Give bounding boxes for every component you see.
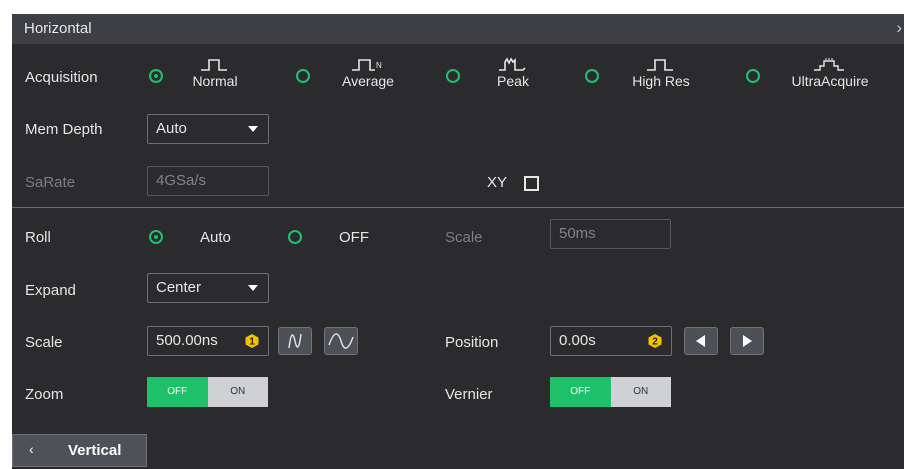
position-right-button[interactable] [730, 327, 764, 355]
vernier-on-option[interactable]: ON [610, 377, 671, 407]
roll-scale-value: 50ms [559, 225, 596, 242]
sarate-value: 4GSa/s [156, 172, 207, 189]
close-icon[interactable]: › [896, 18, 902, 38]
scale-label: Scale [25, 334, 63, 351]
acquisition-average-label: Average [342, 73, 394, 89]
vertical-nav-button[interactable]: ‹ Vertical [12, 434, 147, 467]
sarate-field: 4GSa/s [147, 166, 269, 196]
acquisition-label: Acquisition [25, 69, 98, 86]
acquisition-peak-option[interactable]: Peak [468, 56, 558, 96]
knob-1-number: 1 [249, 337, 255, 348]
vernier-toggle[interactable]: OFF ON [550, 377, 671, 407]
acquisition-high-res-label: High Res [632, 73, 690, 89]
zoom-label: Zoom [25, 386, 64, 403]
svg-text:N: N [376, 61, 382, 70]
acquisition-peak-radio[interactable] [446, 69, 460, 83]
acquisition-ultraacquire-radio[interactable] [746, 69, 760, 83]
acquisition-normal-label: Normal [192, 73, 238, 89]
roll-label: Roll [25, 229, 51, 246]
position-field[interactable]: 0.00s 2 [550, 326, 672, 356]
scale-field[interactable]: 500.00ns 1 [147, 326, 269, 356]
roll-off-radio[interactable] [288, 230, 302, 244]
chevron-left-icon: ‹ [29, 441, 34, 457]
sarate-label: SaRate [25, 174, 76, 191]
ultraacquire-waveform-icon [814, 58, 844, 71]
scale-value: 500.00ns [156, 332, 218, 349]
high-res-waveform-icon [647, 59, 673, 71]
acquisition-average-option[interactable]: N Average [323, 56, 413, 96]
position-left-button[interactable] [684, 327, 718, 355]
coarse-scale-button[interactable] [324, 327, 358, 355]
roll-scale-label: Scale [445, 229, 483, 246]
horizontal-panel: Horizontal › Acquisition Normal N Averag… [12, 14, 904, 469]
vernier-off-option[interactable]: OFF [550, 377, 611, 407]
triangle-right-icon [743, 335, 752, 347]
coarse-wave-icon [328, 333, 354, 349]
roll-off-label[interactable]: OFF [339, 229, 369, 246]
mem-depth-dropdown[interactable]: Auto [147, 114, 269, 144]
title-bar: Horizontal › [12, 14, 904, 44]
acquisition-ultraacquire-label: UltraAcquire [791, 73, 869, 89]
zoom-on-option[interactable]: ON [207, 377, 268, 407]
roll-auto-label[interactable]: Auto [200, 229, 231, 246]
knob-2-icon: 2 [648, 334, 662, 348]
acquisition-high-res-option[interactable]: High Res [616, 56, 706, 96]
expand-value: Center [156, 279, 202, 296]
dropdown-arrow-icon [248, 285, 258, 291]
fine-wave-icon [288, 333, 302, 349]
position-value: 0.00s [559, 332, 596, 349]
zoom-toggle[interactable]: OFF ON [147, 377, 268, 407]
acquisition-peak-label: Peak [497, 73, 529, 89]
mem-depth-label: Mem Depth [25, 121, 103, 138]
acquisition-normal-radio[interactable] [149, 69, 163, 83]
xy-label: XY [487, 174, 508, 191]
section-divider [12, 207, 904, 208]
vernier-label: Vernier [445, 386, 493, 403]
position-label: Position [445, 334, 499, 351]
acquisition-average-radio[interactable] [296, 69, 310, 83]
acquisition-ultraacquire-option[interactable]: UltraAcquire [785, 56, 875, 96]
normal-waveform-icon [201, 59, 227, 71]
knob-1-icon: 1 [245, 334, 259, 348]
zoom-off-option[interactable]: OFF [147, 377, 208, 407]
mem-depth-value: Auto [156, 120, 187, 137]
xy-checkbox[interactable] [524, 176, 539, 191]
acquisition-high-res-radio[interactable] [585, 69, 599, 83]
acquisition-normal-option[interactable]: Normal [170, 56, 260, 96]
peak-waveform-icon [499, 57, 526, 71]
expand-dropdown[interactable]: Center [147, 273, 269, 303]
triangle-left-icon [696, 335, 705, 347]
knob-2-number: 2 [652, 337, 658, 348]
roll-scale-field: 50ms [550, 219, 671, 249]
vertical-nav-label: Vertical [68, 442, 122, 459]
panel-title: Horizontal [24, 20, 92, 37]
roll-auto-radio[interactable] [149, 230, 163, 244]
expand-label: Expand [25, 282, 76, 299]
average-waveform-icon: N [352, 59, 382, 71]
fine-scale-button[interactable] [278, 327, 312, 355]
dropdown-arrow-icon [248, 126, 258, 132]
